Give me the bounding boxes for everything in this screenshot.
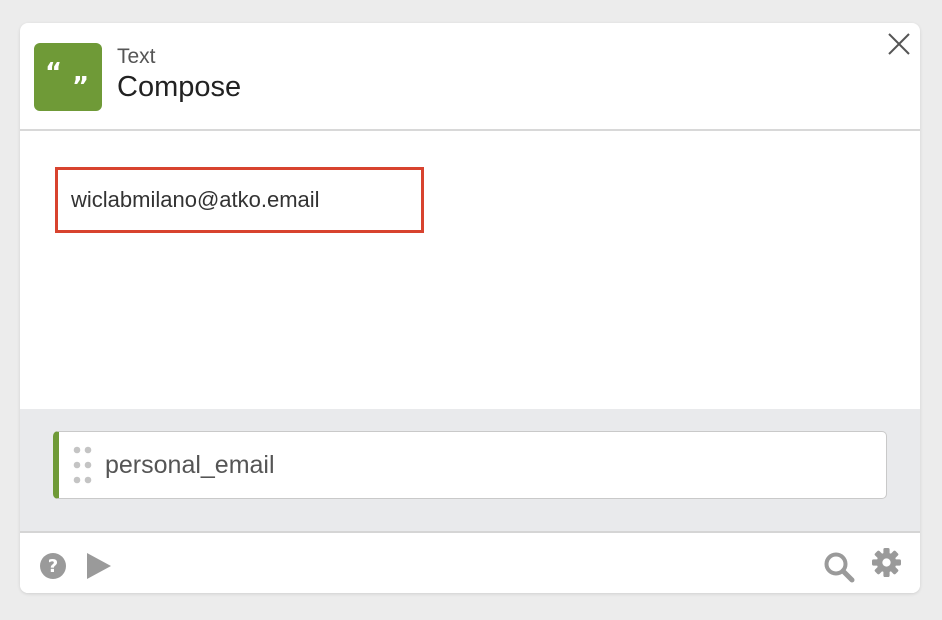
card-title: Compose [117, 71, 242, 103]
card-footer: ? [20, 533, 920, 593]
drag-handle-icon[interactable] [72, 445, 94, 485]
field-pill-label: personal_email [105, 451, 275, 479]
card-header: “ ” Text Compose [20, 23, 920, 131]
search-icon[interactable] [823, 551, 855, 583]
close-icon[interactable] [886, 31, 912, 57]
quote-icon: “ ” [34, 43, 102, 111]
card-type-label: Text [117, 45, 156, 68]
input-drop-zone[interactable]: personal_email [20, 409, 920, 533]
play-icon[interactable] [86, 552, 112, 580]
compose-card: “ ” Text Compose wiclabmilano@atko.email [20, 23, 920, 593]
help-icon[interactable]: ? [39, 552, 67, 580]
compose-value-field[interactable]: wiclabmilano@atko.email [55, 167, 424, 233]
field-pill-personal-email[interactable]: personal_email [53, 431, 887, 499]
svg-text:”: ” [72, 72, 89, 102]
compose-body[interactable]: wiclabmilano@atko.email [20, 131, 920, 409]
close-button[interactable] [886, 31, 912, 57]
svg-text:?: ? [48, 556, 58, 577]
gear-icon[interactable] [872, 548, 901, 577]
svg-text:“: “ [45, 58, 62, 88]
